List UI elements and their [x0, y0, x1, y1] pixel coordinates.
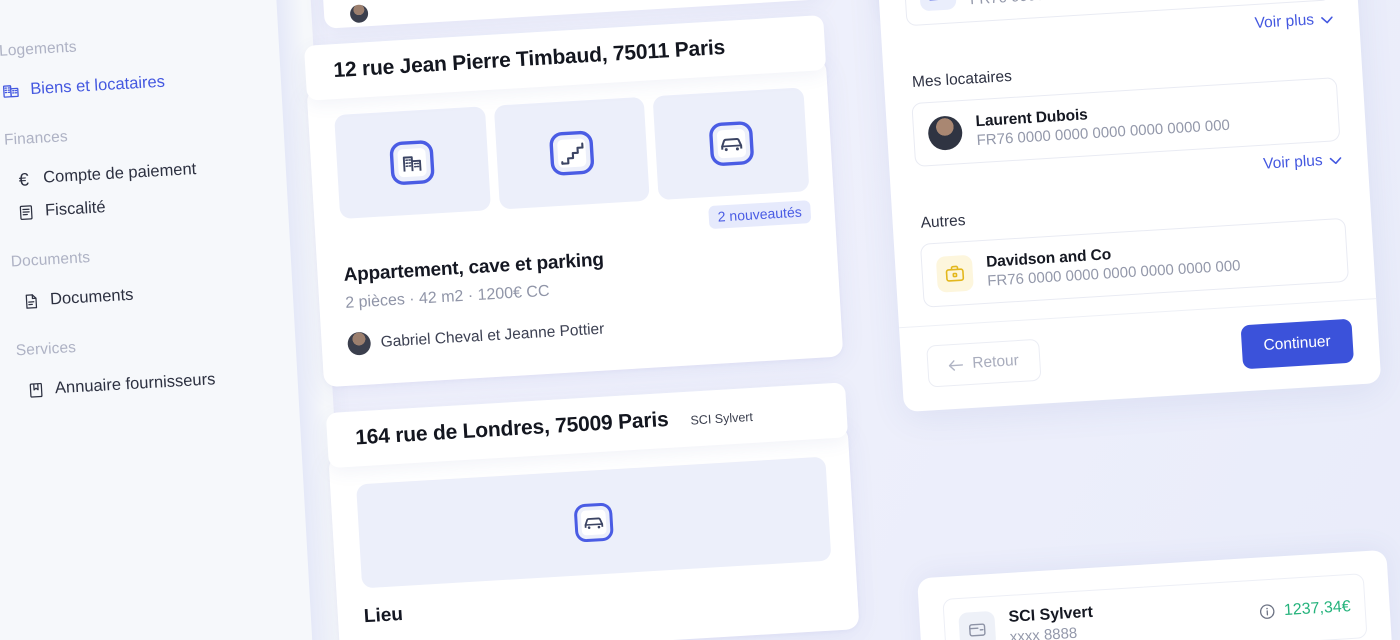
property-tenants: Gabriel Cheval et Jeanne Pottier: [347, 305, 818, 356]
voir-plus-label: Voir plus: [1254, 11, 1315, 32]
account-number: xxxx 8888: [1009, 624, 1078, 640]
property-address: 164 rue de Londres, 75009 Paris: [354, 407, 670, 450]
account-name: SCI Sylvert: [1008, 603, 1094, 626]
sidebar-group-title: Finances: [3, 128, 69, 149]
accounts-panel: Mes comptes Victor Dupont FR76 0000 0000…: [872, 0, 1382, 413]
panel-section-mes-comptes: Mes comptes Victor Dupont FR76 0000 0000…: [901, 0, 1334, 58]
sidebar-group-services: Services Annuaire fournisseurs: [15, 325, 332, 407]
back-button-label: Retour: [971, 352, 1020, 372]
account-row[interactable]: Davidson and Co FR76 0000 0000 0000 0000…: [919, 217, 1350, 308]
chevron-down-icon: [1329, 156, 1342, 164]
panel-section-autres: Autres Davidson and Co FR76 0000 0000 00…: [918, 189, 1350, 312]
sidebar-item-label: Annuaire fournisseurs: [54, 370, 216, 398]
sidebar-item-label: Compte de paiement: [42, 160, 197, 187]
car-parking-icon: [708, 121, 754, 166]
document-lines-icon: [16, 202, 36, 222]
sidebar-item-biens-et-locataires[interactable]: Biens et locataires: [0, 57, 315, 107]
sidebar-group-logements: Logements Biens et locataires: [0, 25, 316, 107]
property-tenants-label: Gabriel Cheval et Jeanne Pottier: [380, 320, 605, 351]
sidebar-item-label: Biens et locataires: [29, 72, 166, 99]
account-row[interactable]: Laurent Dubois FR76 0000 0000 0000 0000 …: [911, 77, 1341, 167]
property-address: 12 rue Jean Pierre Timbaud, 75011 Paris: [332, 35, 726, 83]
account-summary-card: SCI Sylvert xxxx 8888 1237,34€: [917, 549, 1393, 640]
euro-icon: €: [18, 168, 30, 190]
status-badge[interactable]: 2 nouveautés: [708, 200, 812, 230]
continue-button[interactable]: Continuer: [1240, 318, 1355, 370]
bank-icon: [918, 0, 957, 12]
property-card[interactable]: 164 rue de Londres, 75009 Paris SCI Sylv…: [325, 382, 860, 640]
account-balance-group: 1237,34€: [1258, 598, 1351, 622]
sidebar-item-label: Documents: [49, 285, 134, 309]
sidebar-item-annuaire-fournisseurs[interactable]: Annuaire fournisseurs: [17, 357, 332, 407]
properties-column: 12 rue Jean Pierre Timbaud, 75011 Paris: [296, 0, 860, 640]
account-summary-row[interactable]: SCI Sylvert xxxx 8888 1237,34€: [942, 573, 1368, 640]
chevron-down-icon: [1321, 15, 1333, 23]
avatar: [347, 331, 372, 356]
sidebar-group-documents: Documents Documents: [10, 236, 327, 318]
panel-footer: Retour Continuer: [899, 298, 1382, 413]
voir-plus-label: Voir plus: [1262, 152, 1324, 173]
sidebar-group-title: Documents: [10, 249, 91, 271]
app-screen: Logements Biens et locataires Finances €…: [0, 0, 1400, 640]
info-circle-icon[interactable]: [1258, 603, 1276, 621]
property-tile-parking[interactable]: [356, 456, 832, 589]
property-owner: SCI Sylvert: [690, 409, 754, 428]
sidebar-group-title: Services: [15, 339, 77, 360]
apartment-building-icon: [390, 140, 435, 185]
car-parking-icon: [574, 502, 614, 543]
property-tile-cave[interactable]: [493, 96, 651, 210]
building-grid-icon: [1, 81, 21, 101]
bookmark-book-icon: [26, 380, 46, 400]
file-icon: [21, 291, 41, 311]
property-card-body: 2 nouveautés Appartement, cave et parkin…: [306, 57, 844, 388]
briefcase-icon: [935, 254, 974, 293]
avatar-icon: [927, 115, 964, 152]
arrow-left-icon: [948, 359, 964, 371]
property-card[interactable]: 12 rue Jean Pierre Timbaud, 75011 Paris: [303, 15, 844, 388]
back-button[interactable]: Retour: [926, 338, 1042, 388]
property-tile-parking[interactable]: [652, 87, 810, 201]
property-title: Lieu: [363, 604, 404, 628]
panel-section-mes-locataires: Mes locataires Laurent Dubois FR76 0000 …: [910, 48, 1343, 199]
stairs-cellar-icon: [549, 130, 595, 176]
account-balance: 1237,34€: [1283, 597, 1352, 619]
account-iban: FR76 0000 0000 0000 0000 0000 000: [970, 0, 1224, 8]
wallet-card-icon: [958, 610, 997, 640]
property-tiles: [334, 87, 810, 220]
sidebar-item-documents[interactable]: Documents: [12, 268, 327, 318]
property-tile-apartment[interactable]: [334, 106, 491, 220]
sidebar-group-finances: Finances € Compte de paiement Fiscalité: [4, 114, 323, 229]
sidebar-item-label: Fiscalité: [44, 198, 107, 220]
sidebar-group-title: Logements: [0, 38, 78, 60]
